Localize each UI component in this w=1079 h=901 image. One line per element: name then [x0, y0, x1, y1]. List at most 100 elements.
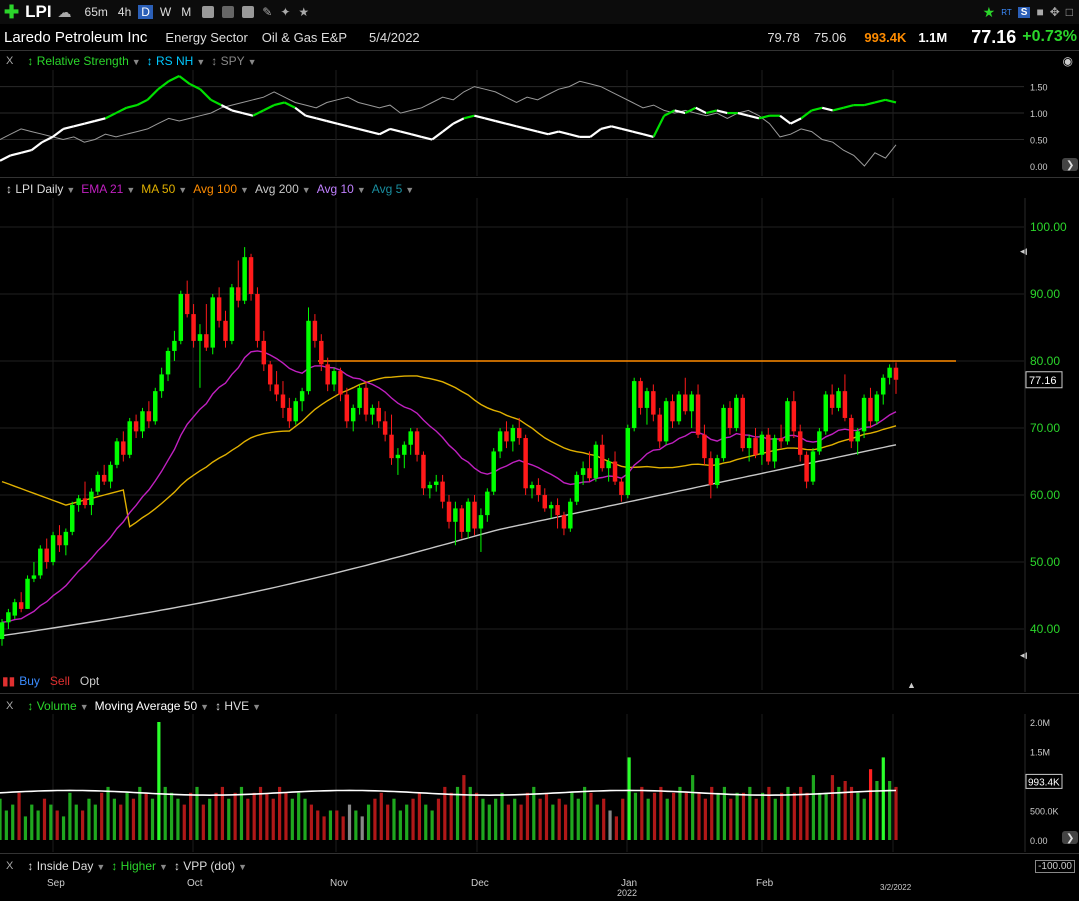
- candle-body: [184, 294, 190, 315]
- volume-bar: [856, 792, 860, 840]
- rs-line-segment: [10, 151, 22, 157]
- plus-icon[interactable]: ✚: [4, 2, 19, 23]
- move-icon[interactable]: ✥: [1050, 5, 1060, 19]
- candle-body: [95, 474, 101, 492]
- volume-bar: [106, 786, 110, 840]
- volume-bar: [246, 798, 250, 840]
- chevron-right-icon: ❯: [1066, 160, 1074, 171]
- symbol-input[interactable]: LPI: [25, 2, 51, 22]
- candle-body: [670, 401, 675, 422]
- timeframe-M[interactable]: M: [178, 5, 194, 19]
- realtime-icon[interactable]: RT: [1001, 8, 1012, 17]
- rs-item-0[interactable]: ↕ Relative Strength ▼: [27, 54, 140, 68]
- rs-line-segment: [315, 117, 328, 123]
- bars-icon[interactable]: [222, 6, 235, 18]
- palette-icon[interactable]: ◉: [1063, 54, 1073, 68]
- candle-body: [50, 535, 56, 562]
- buy-button[interactable]: Buy: [19, 674, 40, 688]
- option-button[interactable]: Opt: [80, 674, 99, 688]
- candle-body: [255, 294, 260, 341]
- rs-line-segment: [115, 106, 127, 115]
- volume-bar: [436, 798, 441, 840]
- volume-bar: [430, 810, 434, 840]
- price-item-3[interactable]: Avg 100 ▼: [193, 182, 249, 196]
- volume-bar: [563, 804, 568, 840]
- volume-bar: [322, 816, 326, 840]
- rs-item-2[interactable]: ↕ SPY ▼: [211, 54, 256, 68]
- volume-item-2[interactable]: ↕ HVE ▼: [215, 699, 261, 713]
- volume-chart: 2.0M1.5M1.0M500.0K0.00993.4K❯: [0, 714, 1078, 852]
- quote-info-bar: Laredo Petroleum Inc Energy Sector Oil &…: [0, 24, 1079, 51]
- share-icon[interactable]: ★: [298, 5, 309, 19]
- s-icon[interactable]: S: [1017, 6, 1031, 18]
- price-item-1[interactable]: EMA 21 ▼: [81, 182, 135, 196]
- volume-item-0[interactable]: ↕ Volume ▼: [27, 699, 88, 713]
- timeframe-W[interactable]: W: [157, 5, 174, 19]
- candle-body: [472, 501, 477, 529]
- volume-item-1[interactable]: Moving Average 50 ▼: [95, 699, 209, 713]
- price-axis-label: 90.00: [1030, 287, 1060, 301]
- bottom-close-button[interactable]: X: [6, 860, 13, 872]
- candle-body: [453, 508, 458, 522]
- price-item-5[interactable]: Avg 10 ▼: [317, 182, 366, 196]
- candle-body: [631, 381, 637, 428]
- rs-line-segment: [600, 125, 612, 131]
- price-item-4[interactable]: Avg 200 ▼: [255, 182, 311, 196]
- candle-body: [785, 401, 790, 442]
- rs-line-segment: [126, 104, 138, 109]
- price-item-2[interactable]: MA 50 ▼: [141, 182, 187, 196]
- volume-bar: [297, 792, 301, 840]
- rs-close-button[interactable]: X: [6, 55, 13, 67]
- timeframe-65m[interactable]: 65m: [82, 5, 111, 19]
- candle-body: [178, 294, 184, 341]
- top-toolbar: ✚ LPI ☁ 65m 4h D W M ✎ ✦ ★ ★ RT S ■ ✥ □: [0, 0, 1079, 24]
- window-icon[interactable]: □: [1066, 5, 1073, 19]
- candle-body: [746, 438, 752, 449]
- candle-body: [638, 381, 643, 408]
- bottom-item-0[interactable]: ↕ Inside Day ▼: [27, 859, 105, 873]
- price-item-0[interactable]: ↕ LPI Daily ▼: [6, 182, 75, 196]
- candle-body: [261, 340, 267, 365]
- rs-line-segment: [495, 119, 507, 125]
- sell-button[interactable]: Sell: [50, 674, 70, 688]
- bottom-item-2[interactable]: ↕ VPP (dot) ▼: [174, 859, 247, 873]
- volume-bar: [373, 798, 377, 840]
- price-axis-label: 50.00: [1030, 555, 1060, 569]
- volume-bar: [176, 798, 180, 840]
- rs-line-segment: [73, 122, 85, 128]
- sector-link[interactable]: Energy Sector: [165, 30, 247, 45]
- candle-body: [44, 548, 49, 562]
- star-icon[interactable]: ★: [983, 4, 996, 21]
- chart-type-icon[interactable]: [202, 6, 215, 18]
- rs-line-segment: [695, 106, 707, 115]
- trade-icon[interactable]: ▮▮: [2, 674, 15, 688]
- volume-close-button[interactable]: X: [6, 700, 13, 712]
- candle-body: [274, 384, 279, 395]
- timeframe-4h[interactable]: 4h: [115, 5, 134, 19]
- volume-bar: [862, 798, 866, 840]
- volume-bar: [87, 798, 91, 840]
- bottom-item-1[interactable]: ↕ Higher ▼: [111, 859, 168, 873]
- price-item-6[interactable]: Avg 5 ▼: [372, 182, 414, 196]
- save-icon[interactable]: ■: [1036, 5, 1043, 19]
- volume-bar: [30, 804, 34, 840]
- industry-link[interactable]: Oil & Gas E&P: [262, 30, 347, 45]
- rs-item-1[interactable]: ↕ RS NH ▼: [147, 54, 206, 68]
- candle-body: [606, 461, 611, 469]
- timeframe-D[interactable]: D: [138, 5, 153, 19]
- volume-bar: [780, 792, 784, 840]
- candle-body: [465, 501, 471, 532]
- pencil-icon[interactable]: ✎: [262, 5, 272, 19]
- settings-icon[interactable]: ✦: [280, 5, 290, 19]
- candle-body: [619, 481, 624, 495]
- volume-bar: [265, 792, 269, 840]
- volume-bar: [462, 775, 466, 840]
- volume-bar: [519, 804, 523, 840]
- comment-icon[interactable]: ☁: [58, 4, 72, 21]
- candle-body: [829, 394, 835, 408]
- calculator-icon[interactable]: [242, 6, 255, 18]
- volume-bar: [233, 792, 237, 840]
- last-price: 77.16: [971, 26, 1017, 47]
- volume-bar: [182, 804, 186, 840]
- volume-bar: [23, 816, 28, 840]
